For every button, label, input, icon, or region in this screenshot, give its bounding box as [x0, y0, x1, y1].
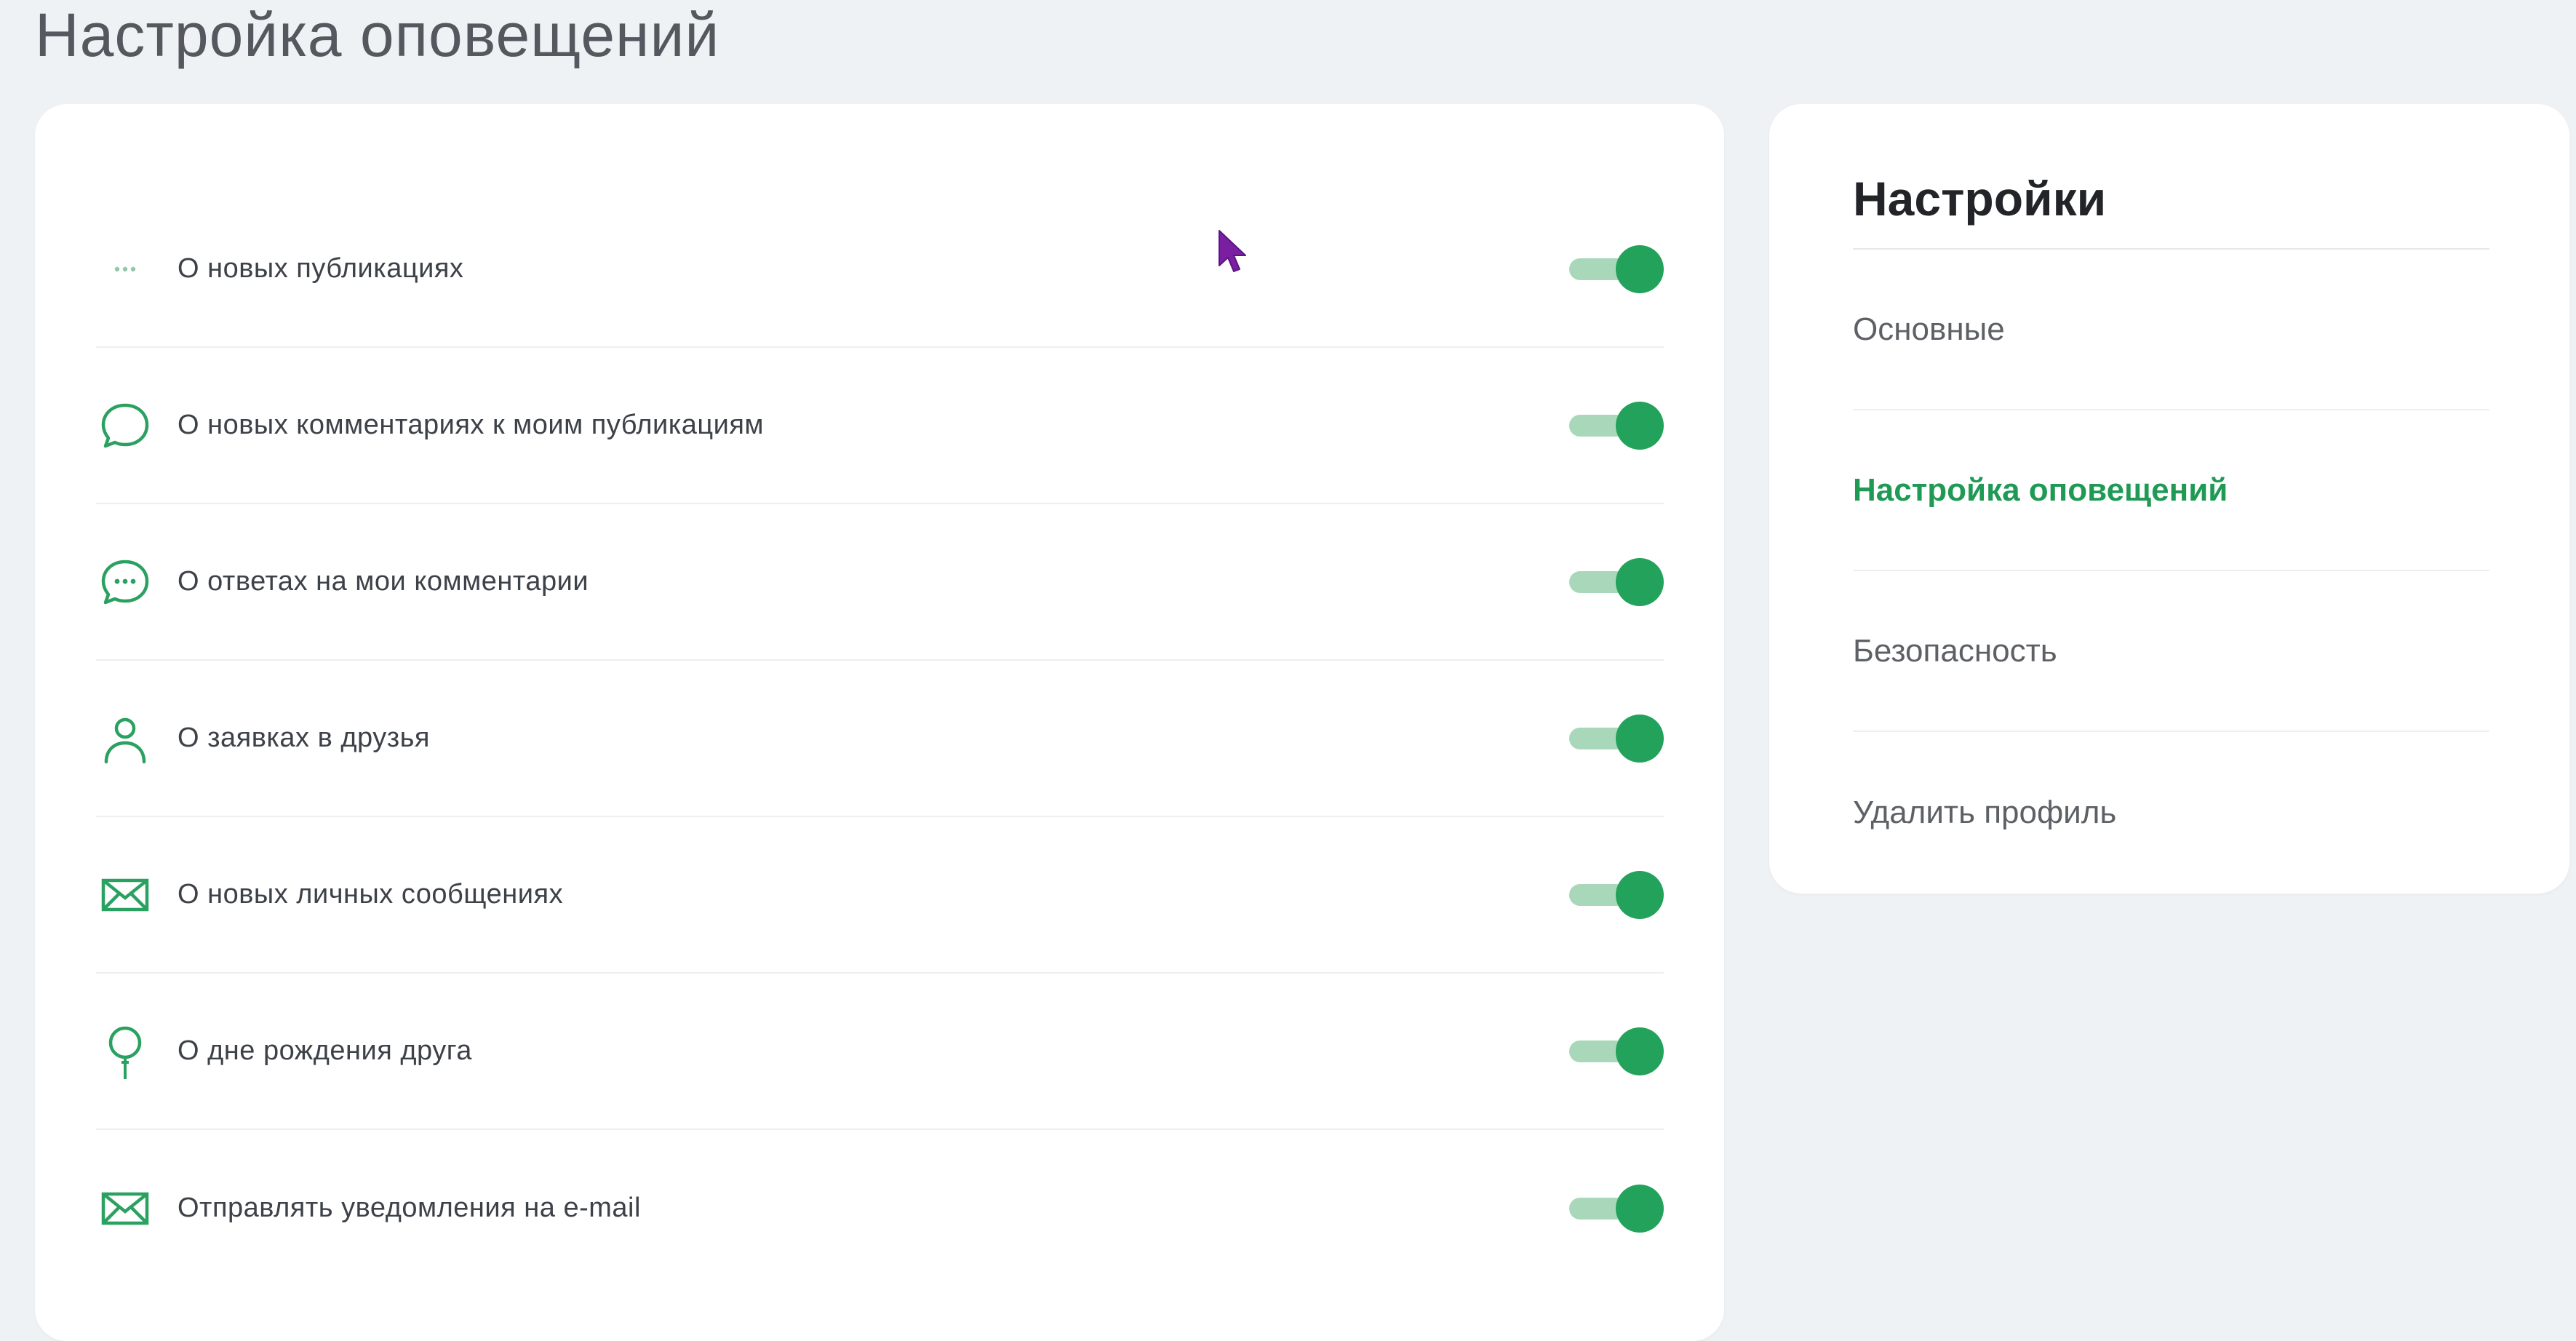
mouse-cursor-icon [1219, 230, 1246, 272]
sidebar-menu: Основные Настройка оповещений Безопаснос… [1853, 250, 2489, 893]
notification-row-private-messages: О новых личных сообщениях [96, 817, 1664, 974]
toggle-knob [1616, 557, 1664, 606]
toggle-knob [1616, 870, 1664, 919]
notification-row-friend-birthday: О дне рождения друга [96, 974, 1664, 1130]
page-title: Настройка оповещений [35, 1, 720, 69]
toggle-knob [1616, 714, 1664, 763]
notification-row-comment-replies: О ответах на мои комментарии [96, 504, 1664, 661]
toggle-email[interactable] [1569, 1183, 1664, 1234]
notifications-card: О новых публикациях О новых комментариях… [35, 104, 1724, 1341]
notification-list: О новых публикациях О новых комментариях… [96, 191, 1664, 1286]
toggle-knob [1616, 1027, 1664, 1075]
toggle-friend-requests[interactable] [1569, 713, 1664, 764]
user-icon [96, 709, 154, 768]
toggle-friend-birthday[interactable] [1569, 1026, 1664, 1077]
notification-label: О новых комментариях к моим публикациям [178, 410, 765, 440]
envelope-icon [96, 866, 154, 924]
notification-label: О новых публикациях [178, 253, 464, 284]
notification-row-email: Отправлять уведомления на e-mail [96, 1130, 1664, 1286]
toggle-knob [1616, 401, 1664, 450]
settings-sidebar: Настройки Основные Настройка оповещений … [1769, 104, 2569, 894]
notification-row-new-publications: О новых публикациях [96, 191, 1664, 348]
notification-label: Отправлять уведомления на e-mail [178, 1193, 641, 1223]
balloon-icon [96, 1022, 154, 1081]
sidebar-title: Настройки [1853, 172, 2107, 226]
toggle-comment-replies[interactable] [1569, 557, 1664, 608]
sidebar-item-notifications[interactable]: Настройка оповещений [1853, 410, 2489, 571]
toggle-knob [1616, 244, 1664, 293]
notification-label: О новых личных сообщениях [178, 879, 564, 910]
toggle-new-comments[interactable] [1569, 400, 1664, 451]
comment-dots-icon [96, 553, 154, 611]
sidebar-item-delete-profile[interactable]: Удалить профиль [1853, 732, 2489, 893]
toggle-private-messages[interactable] [1569, 870, 1664, 920]
sidebar-item-general[interactable]: Основные [1853, 250, 2489, 410]
notification-label: О дне рождения друга [178, 1035, 472, 1066]
notification-label: О заявках в друзья [178, 723, 431, 753]
comment-icon [96, 397, 154, 455]
notification-row-friend-requests: О заявках в друзья [96, 661, 1664, 817]
notification-label: О ответах на мои комментарии [178, 566, 589, 597]
envelope-icon [96, 1179, 154, 1238]
toggle-new-publications[interactable] [1569, 244, 1664, 295]
toggle-knob [1616, 1184, 1664, 1233]
sidebar-item-security[interactable]: Безопасность [1853, 571, 2489, 732]
dots-icon [96, 240, 154, 298]
notification-row-new-comments: О новых комментариях к моим публикациям [96, 348, 1664, 504]
